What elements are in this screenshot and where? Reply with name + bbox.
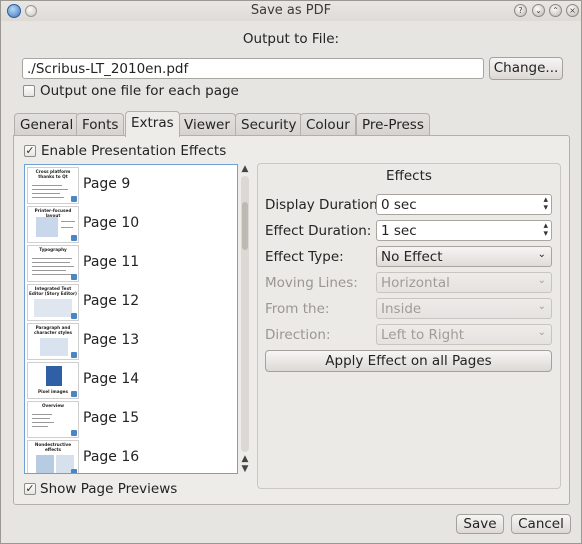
title-bar: Save as PDF ? ⌄ ⌃ ×: [1, 1, 581, 21]
change-button[interactable]: Change...: [489, 57, 563, 80]
list-item[interactable]: Cross platform thanks to Qt Page 9: [25, 166, 237, 205]
moving-lines-select[interactable]: Horizontal ⌄: [376, 272, 552, 293]
thumbnail-title: Nondestructive effects: [34, 442, 72, 452]
page-thumbnail: Cross platform thanks to Qt: [27, 167, 79, 204]
enable-effects-checkbox[interactable]: ✓: [24, 145, 36, 157]
one-file-label: Output one file for each page: [40, 83, 239, 99]
list-item[interactable]: Integrated Text Editor (Story Editor) Pa…: [25, 283, 237, 322]
list-item[interactable]: Paragraph and character styles Page 13: [25, 322, 237, 361]
effect-duration-label: Effect Duration:: [265, 223, 372, 239]
show-previews-checkbox[interactable]: ✓: [24, 483, 36, 495]
page-label: Page 14: [83, 371, 140, 387]
list-item[interactable]: Overview Page 15: [25, 400, 237, 439]
effect-type-label: Effect Type:: [265, 249, 344, 265]
effect-duration-value: 1 sec: [381, 223, 417, 239]
chevron-down-icon: ⌄: [537, 249, 546, 260]
display-duration-value: 0 sec: [381, 197, 417, 213]
thumbnail-title: Overview: [41, 403, 65, 408]
scroll-up-icon[interactable]: ▲: [239, 454, 251, 464]
tab-viewer[interactable]: Viewer: [178, 113, 236, 136]
one-file-checkbox[interactable]: [23, 85, 35, 97]
chevron-down-icon: ⌄: [537, 275, 546, 286]
show-previews-label: Show Page Previews: [40, 481, 178, 497]
page-thumbnail: Nondestructive effects: [27, 440, 79, 473]
scroll-down-icon[interactable]: ▼: [239, 464, 251, 474]
page-thumbnail: Pixel images: [27, 362, 79, 399]
page-label: Page 9: [83, 176, 131, 192]
spin-arrows-icon[interactable]: ▴ ▾: [543, 196, 548, 213]
scroll-up-icon[interactable]: ▲: [239, 164, 251, 174]
tab-pre-press[interactable]: Pre-Press: [356, 113, 430, 136]
minimize-icon[interactable]: ⌄: [532, 4, 545, 17]
page-thumbnail: Paragraph and character styles: [27, 323, 79, 360]
page-thumbnail: Integrated Text Editor (Story Editor): [27, 284, 79, 321]
save-button[interactable]: Save: [456, 514, 504, 534]
chevron-down-icon: ⌄: [537, 301, 546, 312]
chevron-down-icon: ⌄: [537, 327, 546, 338]
page-thumbnail: Overview: [27, 401, 79, 438]
from-value: Inside: [381, 301, 422, 317]
window-title: Save as PDF: [250, 3, 332, 18]
page-label: Page 11: [83, 254, 140, 270]
maximize-icon[interactable]: ⌃: [549, 4, 562, 17]
page-label: Page 16: [83, 449, 140, 465]
direction-select[interactable]: Left to Right ⌄: [376, 324, 552, 345]
thumbnail-title: Typography: [39, 247, 67, 252]
page-thumbnail: Printer-focused layout: [27, 206, 79, 243]
direction-label: Direction:: [265, 327, 331, 343]
effect-duration-spinbox[interactable]: 1 sec ▴ ▾: [376, 220, 552, 241]
thumbnail-title: Paragraph and character styles: [33, 325, 73, 335]
tab-general[interactable]: General: [14, 113, 80, 136]
page-preview-list[interactable]: Cross platform thanks to Qt Page 9 Print…: [24, 164, 238, 474]
effect-type-value: No Effect: [381, 249, 443, 265]
enable-effects-label: Enable Presentation Effects: [41, 143, 227, 159]
close-icon[interactable]: ×: [566, 4, 579, 17]
page-label: Page 10: [83, 215, 140, 231]
output-heading: Output to File:: [242, 31, 340, 47]
scroll-track[interactable]: [241, 176, 249, 452]
from-select[interactable]: Inside ⌄: [376, 298, 552, 319]
page-thumbnail: Typography: [27, 245, 79, 282]
direction-value: Left to Right: [381, 327, 465, 343]
tab-security[interactable]: Security: [235, 113, 303, 136]
moving-lines-value: Horizontal: [381, 275, 450, 291]
list-item[interactable]: Nondestructive effects Page 16: [25, 439, 237, 473]
effect-type-select[interactable]: No Effect ⌄: [376, 246, 552, 267]
apply-all-pages-button[interactable]: Apply Effect on all Pages: [265, 350, 552, 372]
spin-arrows-icon[interactable]: ▴ ▾: [543, 222, 548, 239]
cancel-button[interactable]: Cancel: [511, 514, 571, 534]
list-item[interactable]: Printer-focused layout Page 10: [25, 205, 237, 244]
moving-lines-label: Moving Lines:: [265, 275, 358, 291]
scroll-handle[interactable]: [242, 202, 248, 250]
page-list-scrollbar[interactable]: ▲ ▲ ▼: [239, 164, 251, 474]
page-label: Page 13: [83, 332, 140, 348]
output-file-field[interactable]: ./Scribus-LT_2010en.pdf: [22, 58, 484, 79]
list-item[interactable]: Typography Page 11: [25, 244, 237, 283]
from-label: From the:: [265, 301, 330, 317]
save-as-pdf-dialog: Save as PDF ? ⌄ ⌃ × Output to File: ./Sc…: [0, 0, 582, 544]
page-label: Page 15: [83, 410, 140, 426]
list-item[interactable]: Pixel images Page 14: [25, 361, 237, 400]
tab-extras[interactable]: Extras: [125, 111, 180, 137]
display-duration-spinbox[interactable]: 0 sec ▴ ▾: [376, 194, 552, 215]
display-duration-label: Display Duration:: [265, 197, 383, 213]
tab-fonts[interactable]: Fonts: [76, 113, 125, 136]
page-label: Page 12: [83, 293, 140, 309]
help-icon[interactable]: ?: [514, 4, 527, 17]
effects-heading: Effects: [386, 168, 432, 184]
thumbnail-title: Integrated Text Editor (Story Editor): [29, 286, 77, 296]
thumbnail-title: Cross platform thanks to Qt: [35, 169, 71, 179]
tab-colour[interactable]: Colour: [300, 113, 356, 136]
